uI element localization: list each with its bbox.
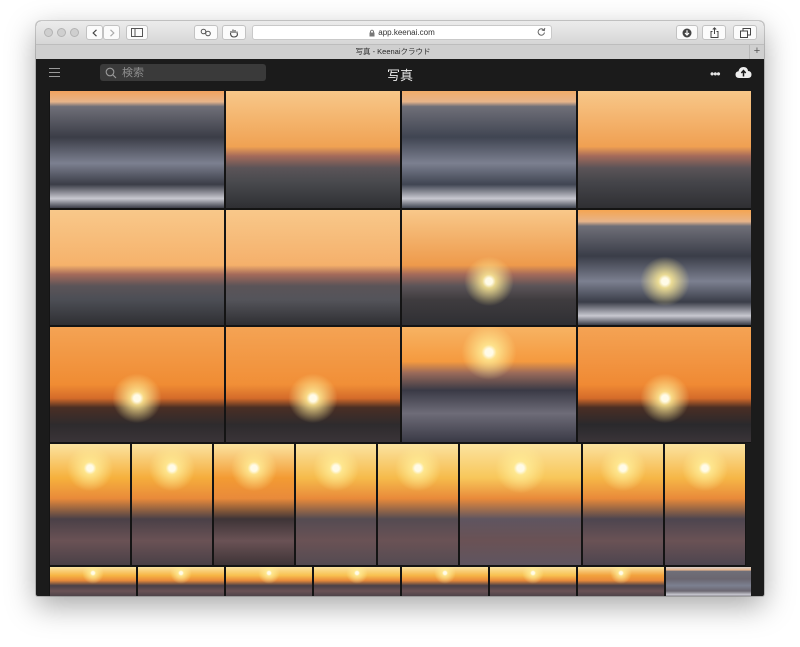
minimize-window-button[interactable] [57,28,66,37]
address-bar[interactable]: app.keenai.com [252,25,552,40]
photo-row [49,443,751,566]
new-tab-button[interactable]: + [749,45,764,59]
more-dots-icon[interactable]: ••• [710,68,721,80]
page-title: 写真 [386,68,413,83]
photo-grid [49,91,751,596]
close-window-button[interactable] [44,28,53,37]
photo-thumbnail[interactable] [295,443,377,566]
forward-button[interactable] [103,25,120,40]
photo-thumbnail[interactable] [131,443,213,566]
photo-thumbnail[interactable] [313,566,401,596]
photo-thumbnail[interactable] [137,566,225,596]
tab-active[interactable]: 写真 - Keenaiクラウド [36,46,750,57]
lock-icon [369,29,375,36]
extension-button-2[interactable] [222,25,246,40]
photo-thumbnail[interactable] [49,91,225,209]
extension-button[interactable] [194,25,218,40]
photo-thumbnail[interactable] [49,443,131,566]
sidebar-button[interactable] [126,25,148,40]
photo-thumbnail[interactable] [401,209,577,326]
photo-thumbnail[interactable] [489,566,577,596]
photo-thumbnail[interactable] [577,566,665,596]
back-button[interactable] [86,25,103,40]
photo-row [49,326,751,443]
photo-thumbnail[interactable] [401,566,489,596]
photo-row [49,209,751,326]
photo-thumbnail[interactable] [665,566,751,596]
photo-row [49,91,751,209]
reload-icon[interactable] [537,27,546,36]
photo-thumbnail[interactable] [577,209,751,326]
photo-thumbnail[interactable] [49,566,137,596]
download-icon [682,28,692,37]
photo-thumbnail[interactable] [213,443,295,566]
photo-thumbnail[interactable] [577,91,751,209]
photo-thumbnail[interactable] [582,443,664,566]
sidebar-icon [131,28,143,37]
photo-thumbnail[interactable] [225,91,401,209]
photo-thumbnail[interactable] [377,443,459,566]
photo-thumbnail[interactable] [401,91,577,209]
photo-thumbnail[interactable] [401,326,577,443]
chevron-left-icon [91,28,97,37]
browser-window: app.keenai.com 写真 - Keenaiクラウド + 写真 ••• [36,21,764,596]
app-header: 写真 ••• [36,59,764,88]
photo-row [49,566,751,596]
browser-toolbar: app.keenai.com [36,21,764,44]
share-button[interactable] [702,25,726,40]
link-icon [200,28,211,37]
photo-thumbnail[interactable] [577,326,751,443]
share-icon [710,27,718,38]
tabs-overview-button[interactable] [733,25,757,40]
photo-thumbnail[interactable] [49,209,225,326]
photo-thumbnail[interactable] [225,209,401,326]
downloads-button[interactable] [676,25,698,40]
chevron-right-icon [109,28,115,37]
tabs-icon [739,27,751,38]
photo-thumbnail[interactable] [664,443,746,566]
photo-thumbnail[interactable] [49,326,225,443]
photo-thumbnail[interactable] [225,566,313,596]
zoom-window-button[interactable] [70,28,79,37]
photo-thumbnail[interactable] [225,326,401,443]
hand-icon [229,29,239,38]
tab-bar: 写真 - Keenaiクラウド + [36,44,764,59]
cloud-upload-icon[interactable] [735,66,752,79]
photo-thumbnail[interactable] [459,443,582,566]
url-text: app.keenai.com [378,28,435,37]
